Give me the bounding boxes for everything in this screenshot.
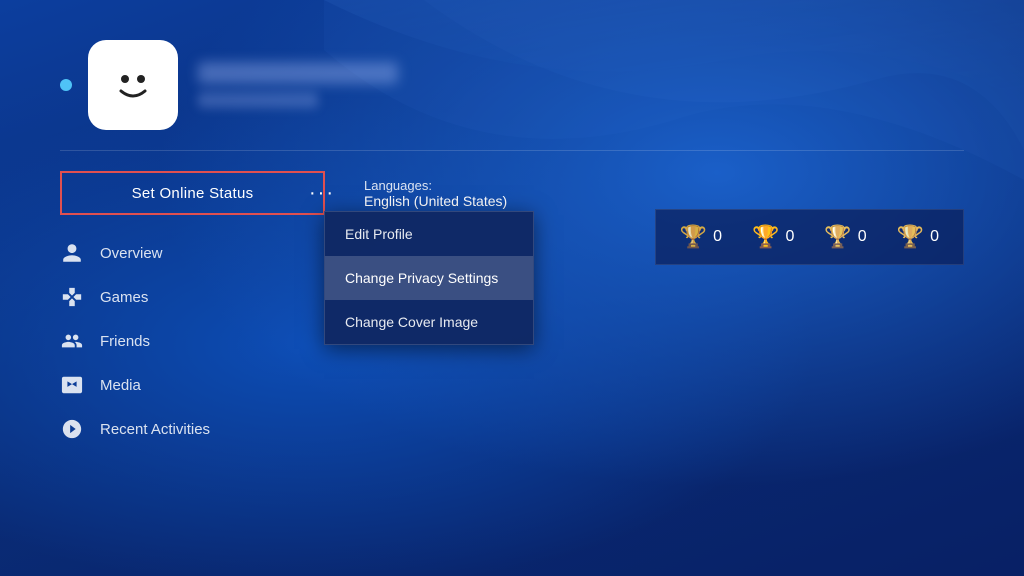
sidebar-item-media[interactable]: Media — [60, 363, 280, 407]
sidebar: Set Online Status Overview Games — [60, 161, 280, 451]
language-label: Languages: — [364, 178, 507, 193]
sidebar-item-recent-activities[interactable]: Recent Activities — [60, 407, 280, 451]
sidebar-item-overview[interactable]: Overview — [60, 231, 280, 275]
platinum-trophy-icon: 🏆 — [680, 224, 707, 250]
username-blurred — [198, 62, 398, 84]
sidebar-item-friends[interactable]: Friends — [60, 319, 280, 363]
edit-profile-menu-item[interactable]: Edit Profile — [325, 212, 533, 256]
dots-icon: ··· — [309, 182, 335, 205]
more-options-button[interactable]: ··· — [300, 171, 344, 215]
person-icon — [60, 241, 84, 265]
bronze-trophy: 🏆 0 — [897, 224, 939, 250]
sub-info-blurred — [198, 92, 318, 108]
media-label: Media — [100, 377, 141, 394]
activities-icon — [60, 417, 84, 441]
context-menu: Edit Profile Change Privacy Settings Cha… — [324, 211, 534, 345]
change-privacy-settings-menu-item[interactable]: Change Privacy Settings — [325, 256, 533, 300]
silver-trophy: 🏆 0 — [824, 224, 866, 250]
bronze-trophy-count: 0 — [930, 228, 939, 246]
gold-trophy-count: 0 — [785, 228, 794, 246]
language-display: Languages: English (United States) — [364, 178, 507, 209]
gold-trophy: 🏆 0 — [752, 224, 794, 250]
silver-trophy-icon: 🏆 — [824, 224, 851, 250]
bronze-trophy-icon: 🏆 — [897, 224, 924, 250]
language-value: English (United States) — [364, 193, 507, 209]
trophies-section: 🏆 0 🏆 0 🏆 0 🏆 0 — [655, 209, 964, 265]
gamepad-icon — [60, 285, 84, 309]
sidebar-item-games[interactable]: Games — [60, 275, 280, 319]
games-label: Games — [100, 289, 148, 306]
silver-trophy-count: 0 — [858, 228, 867, 246]
platinum-trophy: 🏆 0 — [680, 224, 722, 250]
friends-label: Friends — [100, 333, 150, 350]
media-icon — [60, 373, 84, 397]
profile-divider — [60, 150, 964, 151]
friends-icon — [60, 329, 84, 353]
change-cover-image-menu-item[interactable]: Change Cover Image — [325, 300, 533, 344]
profile-info — [198, 62, 398, 108]
platinum-trophy-count: 0 — [713, 228, 722, 246]
overview-label: Overview — [100, 245, 163, 262]
gold-trophy-icon: 🏆 — [752, 224, 779, 250]
avatar — [88, 40, 178, 130]
profile-section — [0, 0, 1024, 150]
online-status-dot — [60, 79, 72, 91]
right-content-area: ··· Languages: English (United States) E… — [280, 161, 964, 451]
avatar-face-icon — [103, 55, 163, 115]
recent-activities-label: Recent Activities — [100, 421, 210, 438]
